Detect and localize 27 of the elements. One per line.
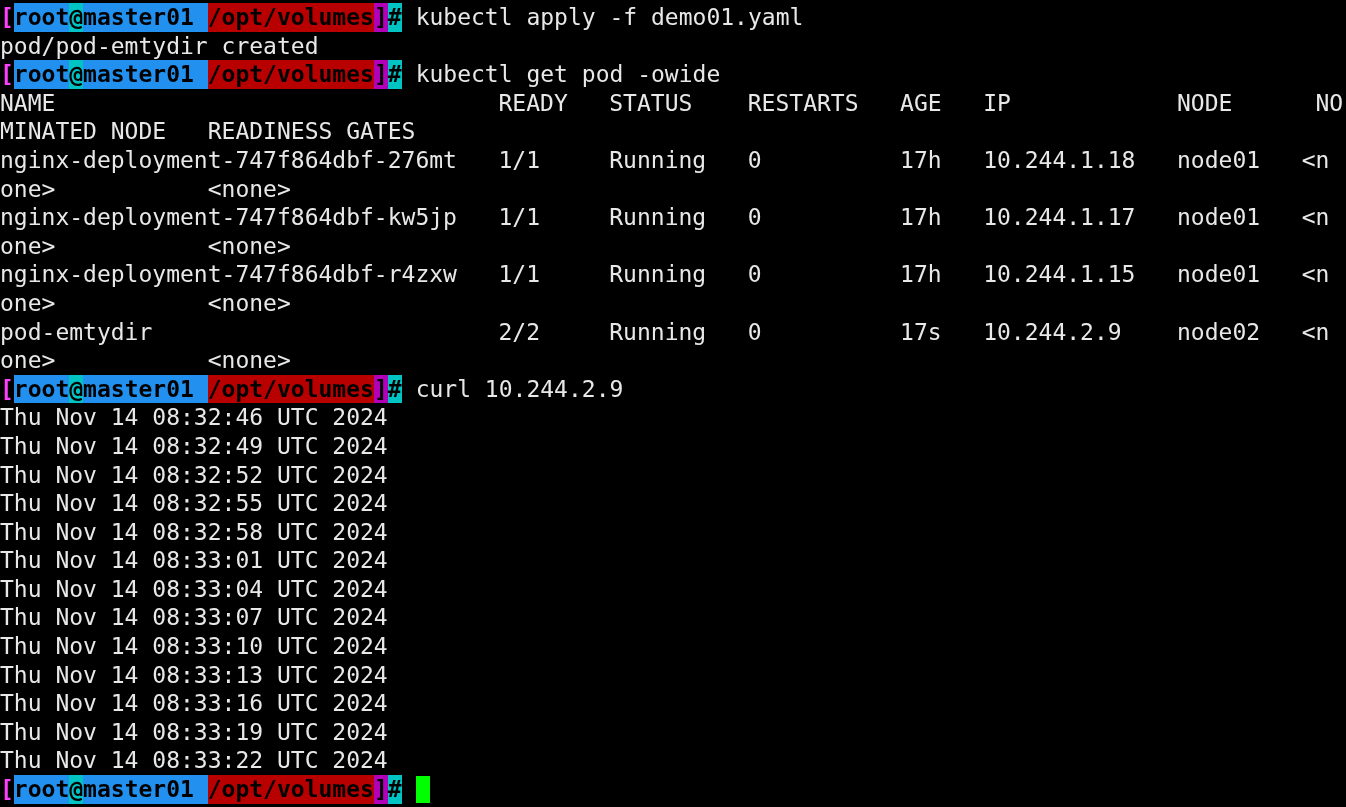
- output-line: nginx-deployment-747f864dbf-r4zxw 1/1 Running 0 17h 10.244.1.15 node01 <n: [0, 260, 1330, 289]
- output-line: Thu Nov 14 08:33:22 UTC 2024: [0, 746, 388, 776]
- output-line: Thu Nov 14 08:33:07 UTC 2024: [0, 603, 388, 633]
- output-line: one> <none>: [0, 346, 291, 375]
- output-line: Thu Nov 14 08:33:16 UTC 2024: [0, 689, 388, 718]
- output-line: Thu Nov 14 08:33:04 UTC 2024: [0, 574, 388, 604]
- output-line: one> <none>: [0, 288, 291, 318]
- output-line: pod/pod-emtydir created: [0, 31, 319, 61]
- command-text: kubectl apply -f demo01.yaml: [415, 3, 804, 32]
- output-line: one> <none>: [0, 231, 291, 261]
- output-line: Thu Nov 14 08:33:01 UTC 2024: [0, 546, 388, 575]
- output-line: nginx-deployment-747f864dbf-276mt 1/1 Running 0 17h 10.244.1.18 node01 <n: [0, 145, 1330, 175]
- output-line: Thu Nov 14 08:32:49 UTC 2024: [0, 431, 388, 461]
- output-line: Thu Nov 14 08:32:55 UTC 2024: [0, 489, 388, 518]
- output-line: pod-emtydir 2/2 Running 0 17s 10.244.2.9 node02 <n: [0, 317, 1330, 347]
- output-line: Thu Nov 14 08:33:19 UTC 2024: [0, 717, 388, 747]
- output-line: NAME READY STATUS RESTARTS AGE IP NODE NO: [0, 88, 1344, 118]
- output-line: Thu Nov 14 08:33:10 UTC 2024: [0, 632, 388, 661]
- output-line: one> <none>: [0, 174, 291, 204]
- output-line: Thu Nov 14 08:32:46 UTC 2024: [0, 403, 388, 432]
- output-line: MINATED NODE READINESS GATES: [0, 117, 416, 146]
- output-line: nginx-deployment-747f864dbf-kw5jp 1/1 Running 0 17h 10.244.1.17 node01 <n: [0, 203, 1330, 232]
- output-line: Thu Nov 14 08:32:58 UTC 2024: [0, 517, 388, 547]
- command-text: kubectl get pod -owide: [415, 60, 721, 89]
- output-line: Thu Nov 14 08:32:52 UTC 2024: [0, 460, 388, 490]
- command-text: curl 10.244.2.9: [415, 374, 624, 404]
- output-line: Thu Nov 14 08:33:13 UTC 2024: [0, 660, 388, 690]
